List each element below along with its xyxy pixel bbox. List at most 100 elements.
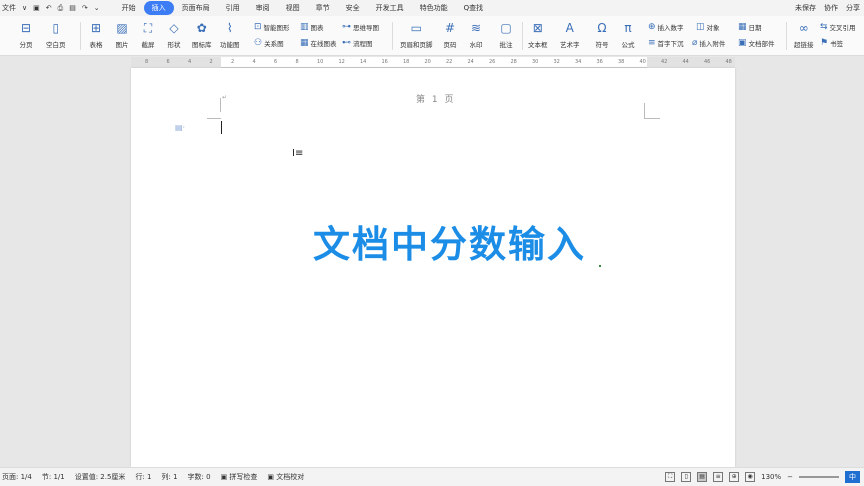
header-footer-button[interactable]: ▭ 页眉和页脚 [400, 20, 433, 49]
flowchart-button[interactable]: ⊷ 流程图 [342, 38, 373, 48]
ruler-tick: 46 [704, 59, 711, 65]
paragraph-layout-icon[interactable]: ▤· [175, 123, 185, 132]
doc-parts-icon: ▣ [738, 38, 747, 48]
formula-button[interactable]: π 公式 [620, 20, 636, 49]
outline-view-icon[interactable]: ≡ [713, 472, 724, 482]
ribbon-divider [80, 22, 81, 50]
symbol-icon: Ω [597, 21, 607, 35]
print-icon[interactable]: ⎙ [58, 4, 64, 13]
zoom-out-button[interactable]: − [787, 473, 793, 481]
mindmap-button[interactable]: ⊶ 思维导图 [342, 22, 379, 32]
relation-button[interactable]: ⚇ 关系图 [254, 38, 284, 48]
symbol-button[interactable]: Ω 符号 [594, 20, 610, 49]
tab-security[interactable]: 安全 [338, 1, 368, 15]
page-header-label: 第 1 页 [416, 95, 456, 105]
mindmap-icon: ⊶ [342, 22, 351, 32]
insert-number-icon: ⊕ [648, 22, 656, 32]
stray-dot [599, 265, 601, 267]
reading-view-icon[interactable]: ▯ [681, 472, 692, 482]
comment-button[interactable]: ▢ 批注 [498, 20, 514, 49]
page-break-icon: ⊟ [20, 21, 32, 35]
tab-references[interactable]: 引用 [218, 1, 248, 15]
page-number-button[interactable]: # 页码 [442, 20, 458, 49]
status-line: 行: 1 [135, 473, 152, 481]
status-section[interactable]: 节: 1/1 [42, 472, 65, 482]
screenshot-button[interactable]: ⛶ 截屏 [140, 20, 156, 50]
web-view-icon[interactable]: ⊕ [729, 472, 740, 482]
attachment-button[interactable]: ⌀ 插入附件 [692, 38, 725, 48]
share-button[interactable]: 分享 [846, 3, 860, 13]
chart-button[interactable]: ▥ 图表 [300, 22, 324, 32]
object-button[interactable]: ◫ 对象 [696, 22, 720, 32]
tab-developer[interactable]: 开发工具 [368, 1, 412, 15]
preview-icon[interactable]: ▤ [69, 4, 76, 12]
attachment-icon: ⌀ [692, 38, 698, 48]
fullscreen-view-icon[interactable]: ⛶ [665, 472, 676, 482]
drop-cap-button[interactable]: ≡ 首字下沉 [648, 38, 684, 48]
ruler-tick: 16 [381, 59, 388, 65]
table-button[interactable]: ⊞ 表格 [88, 20, 104, 49]
document-page[interactable]: 第 1 页 ↵ ▤· I≡ 文档中分数输入 [131, 68, 735, 467]
unsaved-button[interactable]: 未保存 [795, 3, 816, 13]
eye-protect-icon[interactable]: ◉ [745, 472, 756, 482]
online-chart-button[interactable]: ▦ 在线图表 [300, 38, 337, 48]
blank-page-button[interactable]: ▯ 空白页 [46, 20, 66, 49]
tab-page-layout[interactable]: 页面布局 [174, 1, 218, 15]
bookmark-button[interactable]: ⚑ 书签 [820, 38, 843, 48]
file-menu-button[interactable]: 文件 [2, 3, 16, 13]
status-wordcount[interactable]: 字数: 0 [188, 472, 211, 482]
doc-parts-button[interactable]: ▣ 文档部件 [738, 38, 775, 48]
ribbon-divider [392, 22, 393, 50]
ruler-tick: 34 [575, 59, 582, 65]
ruler-tick: 20 [424, 59, 431, 65]
date-icon: ▦ [738, 22, 747, 32]
page-number-icon: # [444, 21, 456, 35]
formula-icon: π [624, 21, 632, 35]
undo-icon[interactable]: ↶ [46, 4, 52, 12]
icon-library-icon: ✿ [196, 21, 207, 35]
tab-home[interactable]: 开始 [114, 1, 144, 15]
page-view-icon[interactable]: ▤ [697, 472, 708, 482]
online-chart-icon: ▦ [300, 38, 309, 48]
ime-indicator[interactable]: 中 [845, 471, 860, 483]
picture-button[interactable]: ▨ 图片 [114, 20, 130, 49]
ruler-tick: 12 [338, 59, 345, 65]
status-page[interactable]: 页面: 1/4 [2, 472, 32, 482]
collaborate-button[interactable]: 协作 [824, 3, 838, 13]
watermark-button[interactable]: ≋ 水印 [468, 20, 484, 49]
cross-ref-icon: ⇆ [820, 22, 828, 32]
menu-chevron-icon[interactable]: ∨ [22, 4, 27, 12]
horizontal-ruler[interactable]: 8 6 4 2 2 4 6 8 10 12 14 16 18 20 22 24 26 28 30 32 34 36 38 40… [131, 57, 735, 68]
ruler-tick: 22 [446, 59, 453, 65]
proofread-button[interactable]: ▣ 文档校对 [267, 472, 304, 482]
icon-library-button[interactable]: ✿ 图标库 [192, 20, 212, 49]
insert-number-button[interactable]: ⊕ 插入数字 [648, 22, 684, 32]
tab-section[interactable]: 章节 [308, 1, 338, 15]
redo-icon[interactable]: ↷ [82, 4, 88, 12]
spellcheck-button[interactable]: ▣ 拼写检查 [221, 472, 258, 482]
status-setting[interactable]: 设置值: 2.5厘米 [75, 472, 126, 482]
shape-button[interactable]: ◇ 形状 [166, 20, 182, 49]
page-break-button[interactable]: ⊟ 分页 [18, 20, 34, 49]
tab-features[interactable]: 特色功能 [412, 1, 456, 15]
function-chart-button[interactable]: ⌇ 功能图 [220, 20, 240, 49]
ruler-tick: 6 [166, 59, 170, 65]
tab-insert[interactable]: 插入 [143, 1, 174, 15]
date-button[interactable]: ▦ 日期 [738, 22, 762, 32]
cross-ref-button[interactable]: ⇆ 交叉引用 [820, 22, 856, 32]
smart-art-button[interactable]: ⊡ 智能图形 [254, 22, 290, 32]
more-chevron-icon[interactable]: ⌄ [94, 4, 100, 12]
tab-search[interactable]: Q查找 [456, 1, 492, 15]
textbox-button[interactable]: ⊠ 文本框 [528, 20, 548, 49]
zoom-slider[interactable] [799, 476, 839, 478]
ruler-tick: 40 [639, 59, 646, 65]
tab-review[interactable]: 审阅 [248, 1, 278, 15]
wordart-button[interactable]: A 艺术字 [560, 20, 580, 49]
save-icon[interactable]: ▣ [33, 4, 40, 12]
shape-icon: ◇ [169, 21, 179, 35]
tab-view[interactable]: 视图 [278, 1, 308, 15]
zoom-level[interactable]: 130% [761, 473, 781, 481]
hyperlink-button[interactable]: ∞ 超链接 [794, 20, 814, 49]
quick-access-toolbar: 文件 ∨ ▣ ↶ ⎙ ▤ ↷ ⌄ [0, 3, 100, 13]
document-canvas[interactable]: 第 1 页 ↵ ▤· I≡ 文档中分数输入 [0, 68, 864, 467]
